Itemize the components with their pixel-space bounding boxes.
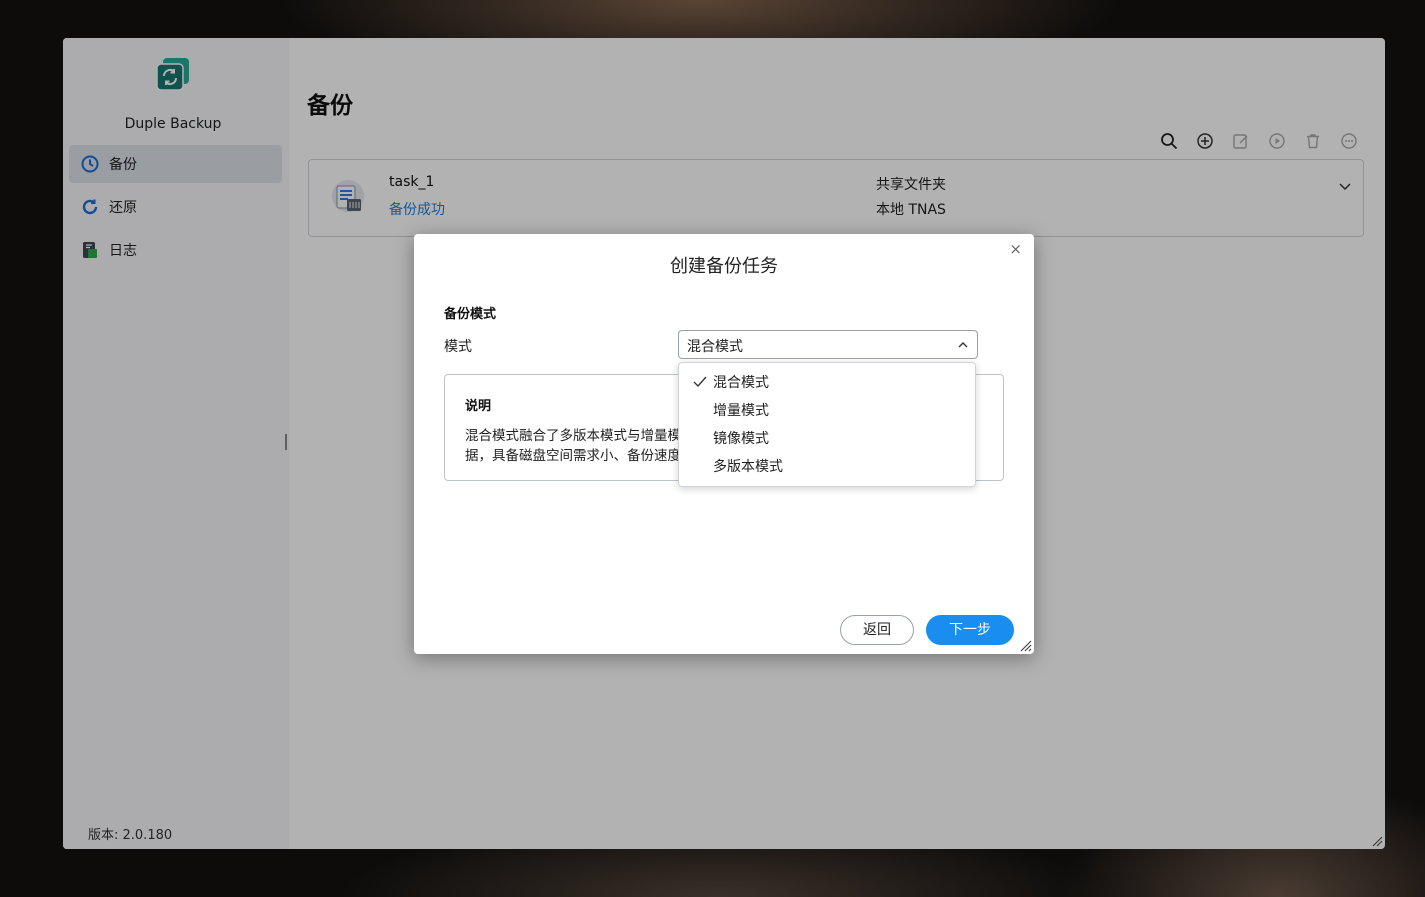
description-title: 说明 — [465, 399, 492, 414]
mode-option-label: 增量模式 — [713, 403, 769, 419]
mode-select[interactable]: 混合模式 — [678, 330, 978, 359]
next-button[interactable]: 下一步 — [926, 615, 1014, 645]
dialog-resize-grip-icon[interactable] — [1018, 638, 1032, 652]
back-button[interactable]: 返回 — [840, 615, 914, 645]
mode-option-hybrid[interactable]: 混合模式 — [679, 368, 975, 396]
mode-option-label: 混合模式 — [713, 375, 769, 391]
chevron-up-icon — [958, 342, 968, 348]
mode-label: 模式 — [444, 339, 472, 355]
dialog-title: 创建备份任务 — [670, 256, 778, 277]
create-backup-task-dialog: × 创建备份任务 备份模式 模式 说明 混合模式融合了多版本模式与增量模式 据，… — [414, 234, 1034, 654]
section-title: 备份模式 — [444, 307, 497, 322]
mode-option-multi-version[interactable]: 多版本模式 — [679, 452, 975, 480]
mode-dropdown: 混合模式 增量模式 镜像模式 多版本模式 — [678, 362, 976, 487]
mode-option-label: 多版本模式 — [713, 459, 783, 475]
mode-select-value: 混合模式 — [687, 339, 743, 355]
mode-option-incremental[interactable]: 增量模式 — [679, 396, 975, 424]
mode-option-mirror[interactable]: 镜像模式 — [679, 424, 975, 452]
check-icon — [693, 376, 707, 388]
mode-option-label: 镜像模式 — [713, 431, 769, 447]
